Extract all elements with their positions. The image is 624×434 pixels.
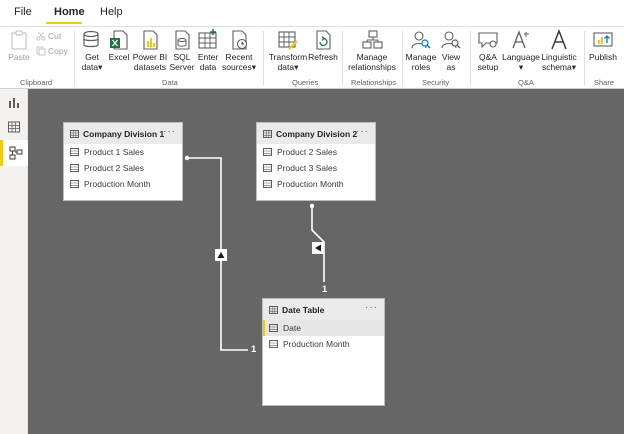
cardinality-one-label: 1 <box>322 284 328 295</box>
more-options-icon[interactable]: ··· <box>356 126 369 137</box>
table-title: Company Division 1 <box>83 128 165 139</box>
report-view-icon <box>9 98 19 108</box>
ribbon-separator <box>470 31 471 85</box>
view-as-button[interactable]: View as <box>438 29 464 72</box>
field-row[interactable]: Production Month <box>257 176 375 192</box>
ribbon-tabs: File Home Help <box>0 0 624 26</box>
transform-data-icon <box>278 31 298 50</box>
linguistic-schema-icon <box>551 29 567 50</box>
table-icon <box>269 305 278 314</box>
table-header[interactable]: Company Division 2 ··· <box>257 123 375 144</box>
column-icon <box>269 324 278 332</box>
manage-roles-button[interactable]: Manage roles <box>406 29 436 72</box>
table-title: Company Division 2 <box>276 128 358 139</box>
data-view-button[interactable] <box>0 114 28 140</box>
view-switcher <box>0 89 28 434</box>
excel-icon <box>110 30 128 50</box>
power-bi-datasets-button[interactable]: Power BI datasets <box>133 29 167 72</box>
ribbon: Paste Cut Copy Clipboard Get data▾ Excel… <box>0 26 624 89</box>
column-icon <box>263 180 272 188</box>
table-card-company-division-1[interactable]: Company Division 1 ··· Product 1 Sales P… <box>63 122 183 201</box>
database-icon <box>83 30 99 48</box>
table-title: Date Table <box>282 304 325 315</box>
copy-button[interactable]: Copy <box>36 46 68 56</box>
paste-button[interactable]: Paste <box>6 29 32 62</box>
paste-icon <box>11 30 27 50</box>
relationships-icon <box>362 30 383 49</box>
tab-home[interactable]: Home <box>54 6 85 18</box>
field-row[interactable]: Product 2 Sales <box>64 160 182 176</box>
language-icon <box>512 30 529 49</box>
tab-file[interactable]: File <box>14 6 32 18</box>
field-row[interactable]: Product 3 Sales <box>257 160 375 176</box>
table-card-date-table[interactable]: Date Table ··· Date Production Month <box>262 298 385 406</box>
recent-sources-icon <box>232 30 248 50</box>
ribbon-separator <box>263 31 264 85</box>
cardinality-one-label: 1 <box>251 344 257 355</box>
enter-data-button[interactable]: Enter data <box>196 29 220 72</box>
manage-relationships-button[interactable]: Manage relationships <box>346 29 398 72</box>
model-view-icon <box>9 146 22 160</box>
column-icon <box>70 148 79 156</box>
field-row[interactable]: Production Month <box>263 336 384 352</box>
copy-icon <box>36 46 46 56</box>
table-icon <box>263 129 272 138</box>
ribbon-separator <box>342 31 343 85</box>
recent-sources-button[interactable]: Recent sources▾ <box>222 29 256 72</box>
publish-icon <box>593 32 613 47</box>
active-tab-indicator <box>46 22 82 24</box>
ribbon-separator <box>74 31 75 85</box>
field-row[interactable]: Production Month <box>64 176 182 192</box>
dataset-icon <box>143 30 158 50</box>
scissors-icon <box>36 31 46 41</box>
publish-button[interactable]: Publish <box>588 29 618 62</box>
security-group-label: Security <box>422 78 450 87</box>
field-row[interactable]: Product 1 Sales <box>64 144 182 160</box>
cut-button[interactable]: Cut <box>36 31 61 41</box>
qa-setup-icon <box>478 32 498 49</box>
excel-button[interactable]: Excel <box>107 29 131 62</box>
table-icon <box>70 129 79 138</box>
column-icon <box>70 164 79 172</box>
tab-help[interactable]: Help <box>100 6 123 18</box>
share-group-label: Share <box>594 78 615 87</box>
column-icon <box>269 340 278 348</box>
view-as-icon <box>441 31 461 49</box>
transform-data-button[interactable]: Transform data▾ <box>268 29 308 72</box>
ribbon-separator <box>402 31 403 85</box>
table-card-company-division-2[interactable]: Company Division 2 ··· Product 2 Sales P… <box>256 122 376 201</box>
relationships-group-label: Relationships <box>351 78 397 87</box>
get-data-button[interactable]: Get data▾ <box>79 29 105 72</box>
field-row[interactable]: Product 2 Sales <box>257 144 375 160</box>
table-header[interactable]: Company Division 1 ··· <box>64 123 182 144</box>
data-group-label: Data <box>162 78 178 87</box>
refresh-icon <box>316 30 331 50</box>
report-view-button[interactable] <box>0 89 28 115</box>
model-view-button[interactable] <box>0 140 28 166</box>
sql-server-icon <box>175 30 190 50</box>
more-options-icon[interactable]: ··· <box>163 126 176 137</box>
column-icon <box>70 180 79 188</box>
queries-group-label: Queries <box>292 78 319 87</box>
column-icon <box>263 148 272 156</box>
column-icon <box>263 164 272 172</box>
refresh-button[interactable]: Refresh <box>308 29 338 62</box>
linguistic-schema-button[interactable]: Linguistic schema▾ <box>540 29 578 72</box>
language-button[interactable]: Language ▾ <box>502 29 540 72</box>
field-row[interactable]: Date <box>263 320 384 336</box>
more-options-icon[interactable]: ··· <box>365 302 378 313</box>
qa-group-label: Q&A <box>518 78 534 87</box>
clipboard-group-label: Clipboard <box>20 78 53 87</box>
data-view-icon <box>8 121 20 133</box>
table-header[interactable]: Date Table ··· <box>263 299 384 320</box>
ribbon-separator <box>584 31 585 85</box>
manage-roles-icon <box>411 31 431 49</box>
enter-data-table-icon <box>198 29 217 49</box>
sql-server-button[interactable]: SQL Server <box>169 29 195 72</box>
qa-setup-button[interactable]: Q&A setup <box>474 29 502 72</box>
